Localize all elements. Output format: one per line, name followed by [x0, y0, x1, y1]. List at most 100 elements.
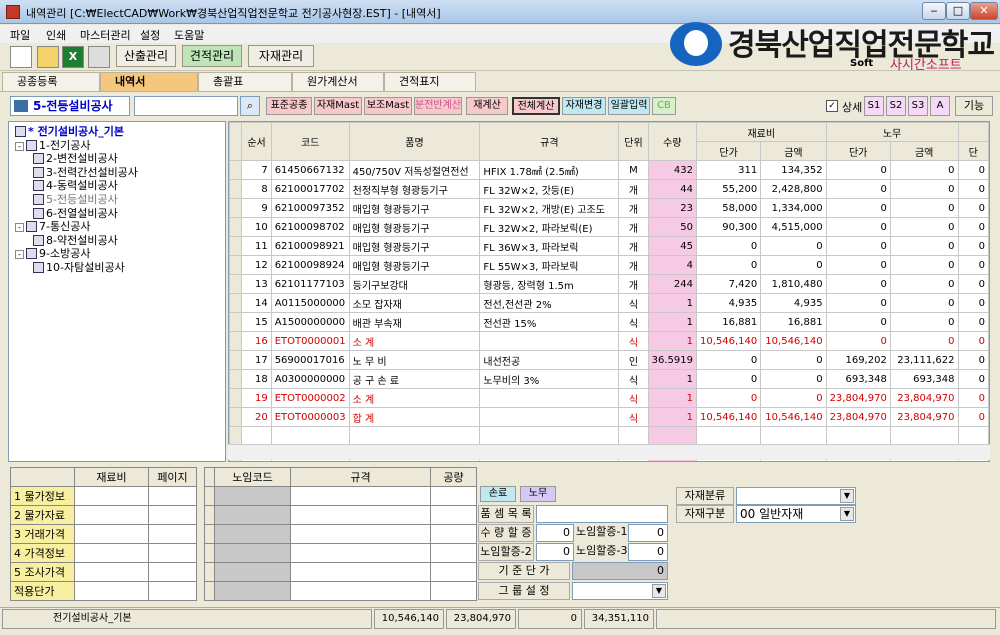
cell-code[interactable]: 62100097352: [270, 198, 350, 218]
cell-qty[interactable]: 432: [647, 160, 698, 180]
table-row[interactable]: 8 62100017702 천정직부형 형광등기구 FL 32W×2, 갓등(E) 개 4…: [229, 179, 989, 199]
s2-button[interactable]: S2: [886, 96, 906, 116]
cell-spec[interactable]: 전선,전선관 2%: [479, 293, 620, 313]
labor-cell[interactable]: [214, 562, 291, 582]
calc-all-button[interactable]: 전체계산: [512, 97, 560, 115]
row-header[interactable]: [229, 236, 243, 256]
cell-ex[interactable]: 0: [957, 407, 989, 427]
cell-code[interactable]: 62101177103: [270, 274, 350, 294]
cell-spec[interactable]: 형광등, 장력형 1.5m: [479, 274, 620, 294]
chevron-down-icon[interactable]: ▼: [840, 507, 854, 521]
row-header[interactable]: [229, 160, 243, 180]
table-row[interactable]: 10 62100098702 매입형 형광등기구 FL 32W×2, 파라보릭(E) 개…: [229, 217, 989, 237]
table-row[interactable]: 16 ETOT0000001 소 계 식 1 10,546,140 10,546,140 0…: [229, 331, 989, 351]
price-source-value[interactable]: [74, 581, 149, 601]
cell-ma[interactable]: 1,810,480: [760, 274, 827, 294]
cell-unit[interactable]: 개: [618, 255, 649, 275]
table-row[interactable]: 19 ETOT0000002 소 계 식 1 0 0 23,804,970 23,804,97…: [229, 388, 989, 408]
s1-button[interactable]: S1: [864, 96, 884, 116]
s3-button[interactable]: S3: [908, 96, 928, 116]
cell-ma[interactable]: 1,334,000: [760, 198, 827, 218]
project-selector[interactable]: 5-전등설비공사: [10, 96, 130, 116]
cell-code[interactable]: 62100017702: [270, 179, 350, 199]
labor-row[interactable]: [204, 524, 477, 544]
price-source-row[interactable]: 2 물가자료: [10, 505, 197, 525]
tree-node[interactable]: - 9-소방공사: [15, 247, 90, 260]
cell-seq[interactable]: 8: [241, 179, 272, 199]
cell-name[interactable]: 소 계: [348, 388, 481, 408]
cell-spec[interactable]: [479, 407, 620, 427]
recalc-button[interactable]: 재계산: [466, 97, 508, 115]
cell-lp[interactable]: 693,348: [825, 369, 891, 389]
cell-qty[interactable]: 36.5919: [647, 350, 698, 370]
cell-spec[interactable]: [479, 388, 620, 408]
labor-inc1-input[interactable]: 0: [628, 524, 668, 542]
price-source-page[interactable]: [148, 486, 197, 506]
detail-checkbox[interactable]: ✓: [826, 100, 838, 112]
cell-ex[interactable]: 0: [957, 236, 989, 256]
cell-la[interactable]: 0: [889, 198, 959, 218]
cell-spec[interactable]: FL 55W×3, 파라보릭: [479, 255, 620, 275]
price-source-label[interactable]: 4 가격정보: [10, 543, 75, 563]
price-source-row[interactable]: 1 물가정보: [10, 486, 197, 506]
row-header[interactable]: [229, 312, 243, 332]
subtab-estimate-cover[interactable]: 견적표지: [384, 72, 476, 92]
batch-input-button[interactable]: 일괄입력: [608, 97, 650, 115]
cell-seq[interactable]: 7: [241, 160, 272, 180]
cell-spec[interactable]: FL 32W×2, 갓등(E): [479, 179, 620, 199]
cell-spec[interactable]: FL 32W×2, 개방(E) 고조도: [479, 198, 620, 218]
cb-button[interactable]: CB: [652, 97, 676, 115]
row-header[interactable]: [229, 255, 243, 275]
aux-master-button[interactable]: 보조Mast: [364, 97, 412, 115]
tree-node[interactable]: * 전기설비공사_기본: [15, 125, 124, 138]
price-source-row[interactable]: 5 조사가격: [10, 562, 197, 582]
menu-master[interactable]: 마스터관리: [80, 27, 131, 43]
cell-la[interactable]: 0: [889, 331, 959, 351]
row-header[interactable]: [229, 274, 243, 294]
price-source-page[interactable]: [148, 505, 197, 525]
cell-code[interactable]: A0115000000: [270, 293, 350, 313]
tab-labor[interactable]: 노무: [520, 486, 556, 502]
cell-qty[interactable]: 1: [647, 312, 698, 332]
cell-unit[interactable]: 개: [618, 179, 649, 199]
cell-mp[interactable]: 0: [695, 236, 762, 256]
cell-ex[interactable]: 0: [957, 274, 989, 294]
cell-seq[interactable]: 20: [241, 407, 272, 427]
cell-mp[interactable]: 10,546,140: [695, 331, 762, 351]
cell-qty[interactable]: 1: [647, 331, 698, 351]
price-source-page[interactable]: [148, 581, 197, 601]
row-header[interactable]: [229, 388, 243, 408]
price-source-value[interactable]: [74, 562, 149, 582]
cell-code[interactable]: 62100098702: [270, 217, 350, 237]
tree-node[interactable]: 3-전력간선설비공사: [33, 166, 138, 179]
panel-calc-button[interactable]: 분전반계산: [414, 97, 462, 115]
tree-node[interactable]: 8-약전설비공사: [33, 234, 118, 247]
labor-cell[interactable]: [430, 581, 477, 601]
row-header[interactable]: [229, 217, 243, 237]
cell-seq[interactable]: 10: [241, 217, 272, 237]
expand-icon[interactable]: -: [15, 250, 24, 260]
material-change-button[interactable]: 자재변경: [562, 97, 606, 115]
cell-ma[interactable]: 0: [760, 388, 827, 408]
cell-la[interactable]: 0: [889, 312, 959, 332]
labor-cell[interactable]: [290, 505, 431, 525]
cell-unit[interactable]: 개: [618, 198, 649, 218]
cell-ex[interactable]: 0: [957, 217, 989, 237]
cell-name[interactable]: 매입형 형광등기구: [348, 236, 481, 256]
cell-name[interactable]: 등기구보강대: [348, 274, 481, 294]
cell-la[interactable]: 23,804,970: [889, 388, 959, 408]
labor-inc3-input[interactable]: 0: [628, 543, 668, 561]
labor-cell[interactable]: [430, 524, 477, 544]
cell-code[interactable]: A1500000000: [270, 312, 350, 332]
cell-ma[interactable]: 10,546,140: [760, 407, 827, 427]
cell-qty[interactable]: 4: [647, 255, 698, 275]
cell-lp[interactable]: 0: [825, 293, 891, 313]
cell-la[interactable]: 0: [889, 236, 959, 256]
table-row[interactable]: 18 A0300000000 공 구 손 료 노무비의 3% 식 1 0 0 693,348 69…: [229, 369, 989, 389]
cell-ex[interactable]: 0: [957, 198, 989, 218]
price-source-row[interactable]: 3 거래가격: [10, 524, 197, 544]
cell-unit[interactable]: 개: [618, 236, 649, 256]
cell-ma[interactable]: 4,515,000: [760, 217, 827, 237]
new-file-icon[interactable]: [10, 46, 32, 68]
cell-ma[interactable]: 10,546,140: [760, 331, 827, 351]
